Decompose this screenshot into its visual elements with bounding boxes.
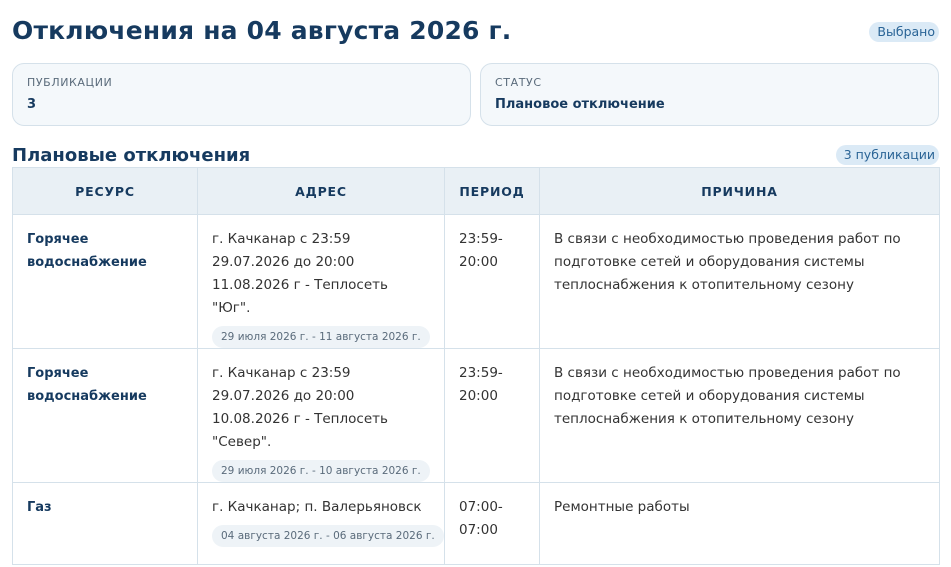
table-row: Горячее водоснабжение г. Качканар с 23:5…	[12, 214, 940, 349]
cell-period: 23:59-20:00	[444, 214, 540, 349]
cell-period: 07:00-07:00	[444, 482, 540, 565]
date-range-chip: 04 августа 2026 г. - 06 августа 2026 г.	[212, 525, 444, 547]
table-row: Горячее водоснабжение г. Качканар с 23:5…	[12, 348, 940, 483]
publications-value: 3	[27, 97, 37, 112]
cell-reason: В связи с необходимостью проведения рабо…	[539, 348, 940, 483]
section-title: Плановые отключения	[12, 145, 251, 166]
status-value: Плановое отключение	[495, 97, 665, 112]
status-card: СТАТУС Плановое отключение	[480, 63, 939, 126]
status-label: СТАТУС	[495, 76, 542, 89]
address-text: г. Качканар с 23:59 29.07.2026 до 20:00 …	[212, 231, 388, 316]
column-header-address: АДРЕС	[197, 167, 445, 215]
cell-resource: Горячее водоснабжение	[12, 214, 198, 349]
selected-badge[interactable]: Выбрано	[869, 22, 939, 42]
address-text: г. Качканар с 23:59 29.07.2026 до 20:00 …	[212, 365, 388, 450]
page-title: Отключения на 04 августа 2026 г.	[12, 16, 512, 45]
address-text: г. Качканар; п. Валерьяновск	[212, 499, 422, 515]
cell-period: 23:59-20:00	[444, 348, 540, 483]
column-header-resource: РЕСУРС	[12, 167, 198, 215]
publications-card: ПУБЛИКАЦИИ 3	[12, 63, 471, 126]
column-header-reason: ПРИЧИНА	[539, 167, 940, 215]
cell-resource: Газ	[12, 482, 198, 565]
cell-reason: Ремонтные работы	[539, 482, 940, 565]
date-range-chip: 29 июля 2026 г. - 10 августа 2026 г.	[212, 460, 430, 482]
table-row: Газ г. Качканар; п. Валерьяновск 04 авгу…	[12, 482, 940, 565]
cell-reason: В связи с необходимостью проведения рабо…	[539, 214, 940, 349]
cell-resource: Горячее водоснабжение	[12, 348, 198, 483]
publications-label: ПУБЛИКАЦИИ	[27, 76, 113, 89]
cell-address: г. Качканар; п. Валерьяновск 04 августа …	[197, 482, 445, 565]
date-range-chip: 29 июля 2026 г. - 11 августа 2026 г.	[212, 326, 430, 348]
publications-count-badge: 3 публикации	[835, 145, 939, 165]
column-header-period: ПЕРИОД	[444, 167, 540, 215]
table-header-row: РЕСУРС АДРЕС ПЕРИОД ПРИЧИНА	[12, 167, 940, 215]
cell-address: г. Качканар с 23:59 29.07.2026 до 20:00 …	[197, 214, 445, 349]
cell-address: г. Качканар с 23:59 29.07.2026 до 20:00 …	[197, 348, 445, 483]
outages-table: РЕСУРС АДРЕС ПЕРИОД ПРИЧИНА Горячее водо…	[12, 167, 940, 565]
